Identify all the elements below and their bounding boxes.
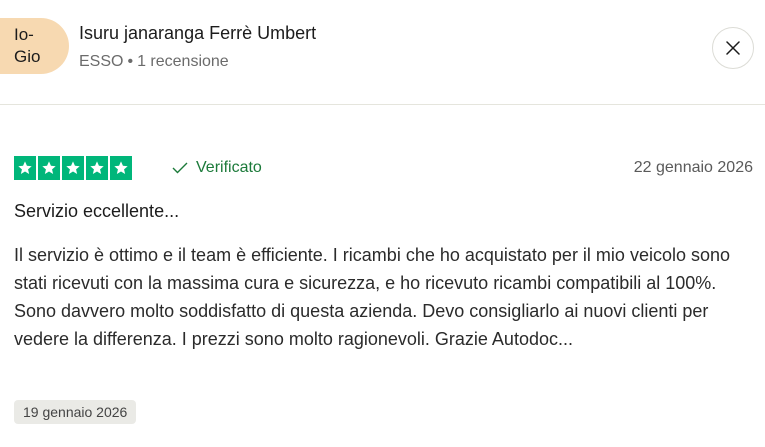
- star-3: [62, 156, 84, 180]
- avatar-initials: Io- Gio: [14, 25, 41, 66]
- star-rating: [14, 156, 132, 180]
- star-icon: [42, 161, 56, 174]
- star-icon: [90, 161, 104, 174]
- verified-label: Verificato: [196, 159, 262, 176]
- review-date: 22 gennaio 2026: [633, 159, 753, 176]
- meta-separator: •: [127, 53, 134, 70]
- reviewer-name[interactable]: Isuru janaranga Ferrè Umbert: [79, 22, 316, 44]
- star-2: [38, 156, 60, 180]
- verified-badge[interactable]: Verificato: [172, 158, 262, 178]
- avatar: Io- Gio: [0, 18, 69, 74]
- star-icon: [114, 161, 128, 174]
- review-header: Io- Gio Isuru janaranga Ferrè Umbert ESS…: [0, 0, 765, 105]
- reviewer-meta: ESSO • 1 recensione: [79, 52, 229, 72]
- star-4: [86, 156, 108, 180]
- experience-date-chip: 19 gennaio 2026: [14, 400, 137, 424]
- star-icon: [18, 161, 32, 174]
- star-5: [110, 156, 132, 180]
- star-1: [14, 156, 36, 180]
- reviewer-country: ESSO: [79, 53, 124, 70]
- close-button[interactable]: [712, 27, 754, 69]
- review-body: Il servizio è ottimo e il team è efficie…: [14, 245, 731, 349]
- review-title: Servizio eccellente...: [14, 201, 180, 221]
- reviewer-review-count: 1 recensione: [137, 53, 229, 70]
- close-icon: [726, 41, 740, 55]
- check-icon: [172, 162, 188, 174]
- star-icon: [66, 161, 80, 174]
